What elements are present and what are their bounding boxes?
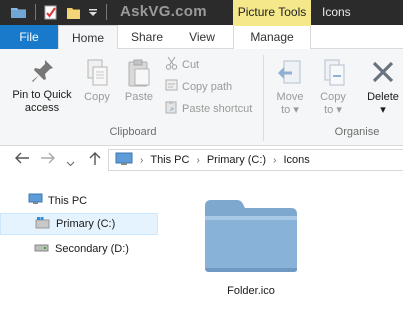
copy-path-button[interactable]: Copy path	[165, 78, 232, 95]
delete-button[interactable]: Delete ▾	[362, 58, 403, 117]
copy-to-label-line2: to ▾	[324, 104, 342, 116]
ribbon: Pin to Quick access Copy Paste Cut Copy …	[0, 49, 403, 146]
organise-group-label: Organise	[334, 126, 380, 138]
file-name: Folder.ico	[227, 285, 275, 297]
nav-item-this-pc[interactable]: This PC	[0, 190, 158, 212]
copy-path-label: Copy path	[182, 80, 233, 93]
paste-shortcut-icon	[165, 100, 178, 117]
file-list: Folder.ico	[160, 174, 403, 316]
copy-icon	[84, 59, 110, 91]
tab-manage[interactable]: Manage	[233, 24, 311, 49]
breadcrumb-this-pc[interactable]: This PC	[150, 154, 189, 166]
clipboard-icon	[126, 59, 152, 91]
watermark-text: AskVG.com	[120, 3, 207, 20]
paste-button[interactable]: Paste	[120, 58, 158, 104]
tab-view[interactable]: View	[176, 25, 228, 49]
move-to-button[interactable]: Move to ▾	[270, 58, 310, 117]
chevron-right-icon[interactable]: ›	[196, 155, 199, 166]
ribbon-tab-bar: File Home Share View Manage	[0, 24, 403, 50]
folder-icon[interactable]	[10, 5, 27, 22]
chevron-right-icon: ›	[140, 154, 144, 166]
vertical-divider	[106, 4, 108, 23]
paste-shortcut-button[interactable]: Paste shortcut	[165, 100, 252, 117]
paste-shortcut-label: Paste shortcut	[182, 102, 253, 115]
breadcrumb-icons[interactable]: Icons	[283, 154, 309, 166]
tab-home[interactable]: Home	[58, 25, 118, 50]
move-to-label-line2: to ▾	[281, 104, 299, 116]
cut-button[interactable]: Cut	[165, 56, 199, 73]
new-folder-icon[interactable]	[66, 5, 82, 23]
forward-arrow-icon[interactable]	[40, 151, 56, 168]
title-bar: AskVG.com Picture Tools Icons	[0, 0, 403, 25]
copy-to-label: Copy	[320, 91, 346, 103]
pin-to-quick-access-button[interactable]: Pin to Quick access	[4, 58, 80, 115]
copy-label: Copy	[84, 91, 110, 103]
delete-dropdown-icon[interactable]: ▾	[362, 104, 403, 117]
this-pc-icon	[28, 193, 43, 209]
properties-icon[interactable]	[44, 5, 58, 23]
customize-qat-icon[interactable]	[88, 8, 98, 21]
navigation-bar: › This PC › Primary (C:) › Icons	[0, 146, 403, 174]
drive-icon	[34, 243, 49, 256]
file-item[interactable]: Folder.ico	[196, 196, 306, 297]
up-arrow-icon[interactable]	[88, 151, 102, 169]
recent-locations-chevron-icon[interactable]	[66, 154, 75, 170]
delete-x-icon	[369, 61, 397, 91]
copy-button[interactable]: Copy	[80, 58, 114, 104]
breadcrumb-primary[interactable]: Primary (C:)	[207, 154, 266, 166]
delete-label: Delete	[367, 91, 399, 103]
ribbon-group-divider	[263, 55, 264, 141]
pin-label-line2: access	[24, 102, 60, 114]
nav-item-primary-drive[interactable]: Primary (C:)	[0, 213, 158, 235]
nav-item-label: This PC	[48, 195, 88, 207]
tab-file[interactable]: File	[0, 25, 58, 49]
vertical-divider	[35, 4, 37, 23]
address-bar[interactable]: › This PC › Primary (C:) › Icons	[108, 149, 403, 171]
picture-tools-label: Picture Tools	[233, 0, 311, 25]
clipboard-group-label: Clipboard	[109, 126, 157, 138]
move-to-label: Move	[276, 91, 304, 103]
chevron-right-icon[interactable]: ›	[273, 155, 276, 166]
this-pc-icon	[115, 152, 133, 169]
copy-to-icon	[319, 59, 347, 91]
scissors-icon	[165, 56, 178, 73]
copy-path-icon	[165, 78, 178, 95]
tab-share[interactable]: Share	[122, 25, 172, 49]
navigation-pane: This PC Primary (C:) Secondary (D:)	[0, 174, 160, 316]
nav-item-label: Primary (C:)	[56, 218, 116, 230]
cut-label: Cut	[182, 58, 200, 71]
folder-icon	[201, 200, 301, 279]
window-title: Icons	[322, 5, 351, 19]
nav-item-label: Secondary (D:)	[55, 243, 129, 255]
paste-label: Paste	[124, 91, 154, 103]
nav-item-secondary-drive[interactable]: Secondary (D:)	[0, 238, 158, 260]
move-to-icon	[276, 60, 304, 91]
copy-to-button[interactable]: Copy to ▾	[313, 58, 353, 117]
windows-drive-icon	[35, 216, 50, 232]
pin-icon	[29, 60, 55, 89]
pin-label-line1: Pin to Quick	[12, 89, 72, 101]
back-arrow-icon[interactable]	[14, 151, 30, 168]
